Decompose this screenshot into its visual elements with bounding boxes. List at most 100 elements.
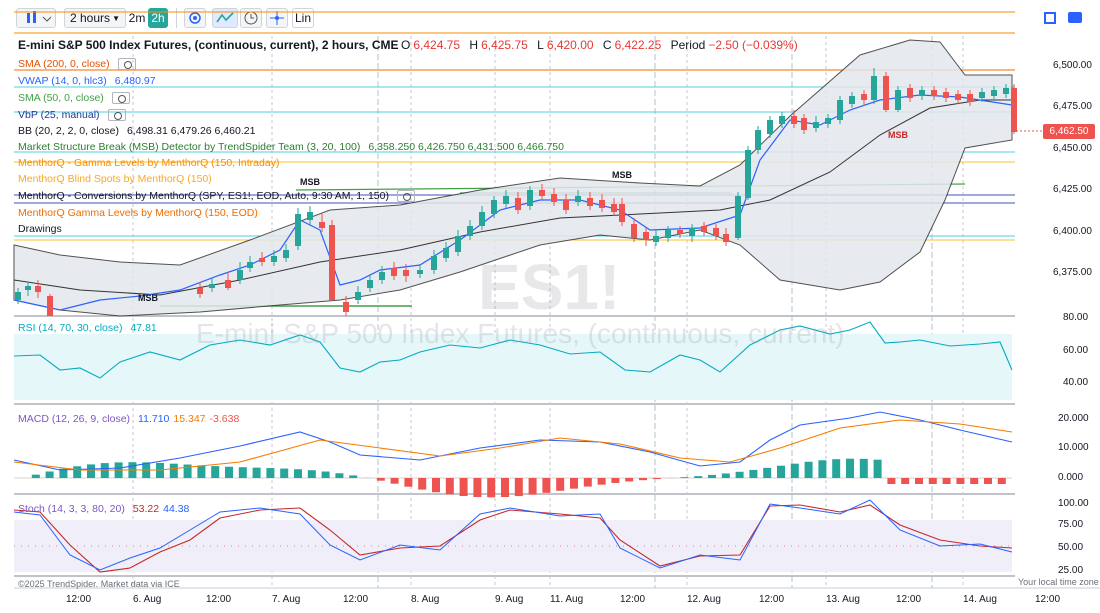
open-value: 6,424.75 [413, 38, 461, 52]
legend-macd[interactable]: MACD (12, 26, 9, close) 11.710 15.347 -3.63… [18, 413, 239, 425]
candle-body [677, 230, 683, 234]
eye-icon[interactable] [117, 58, 136, 70]
macd-histogram-bar [639, 478, 647, 481]
stoch-tick-label: 75.00 [1058, 519, 1084, 530]
macd-histogram-bar [804, 461, 813, 478]
candle-body [225, 280, 231, 288]
timezone-text[interactable]: Your local time zone [1018, 577, 1099, 587]
candle-body [417, 270, 423, 274]
credit-text: ©2025 TrendSpider. Market data via ICE [18, 579, 180, 589]
period-value: −2.50 (−0.039%) [708, 38, 798, 52]
ohlc-readout: O 6,424.75 H 6,425.75 L 6,420.00 C 6,422.25 … [395, 38, 798, 52]
macd-histogram-bar [970, 478, 979, 484]
macd-histogram-bar [211, 466, 220, 478]
candle-body [259, 258, 265, 262]
legend-vwap-label: VWAP (14, 0, hlc3) [18, 75, 107, 87]
legend-blind-spots[interactable]: MenthorQ Blind Spots by MenthorQ (150) [18, 173, 212, 185]
macd-histogram-bar [459, 478, 468, 497]
time-tick-label: 7. Aug [272, 594, 301, 605]
macd-histogram-bar [846, 458, 854, 478]
macd-histogram-bar [266, 468, 275, 478]
macd-histogram-bar [418, 478, 427, 490]
stoch-tick-label: 100.00 [1058, 498, 1089, 509]
candle-body [539, 190, 545, 196]
macd-histogram-bar [349, 475, 358, 478]
time-tick-label: 12:00 [206, 594, 232, 605]
legend-conversions[interactable]: MenthorQ - Conversions by MenthorQ (SPY,… [18, 190, 415, 202]
close-value: 6,422.25 [614, 38, 662, 52]
macd-histogram-bar [942, 478, 951, 484]
price-tick-label: 6,375.00 [1053, 267, 1092, 278]
macd-histogram-bar [749, 469, 758, 478]
macd-histogram-bar [928, 478, 937, 484]
candle-body [861, 94, 867, 100]
legend-sma50[interactable]: SMA (50, 0, close) [18, 92, 130, 104]
candle-body [653, 236, 659, 242]
macd-histogram-bar [432, 478, 440, 493]
candle-body [735, 196, 741, 238]
candle-body [307, 212, 313, 220]
macd-histogram-bar [321, 471, 330, 478]
watermark-name: E-mini S&P 500 Index Futures, (continuou… [196, 318, 845, 349]
candle-body [755, 130, 761, 150]
macd-histogram-bar [556, 478, 565, 491]
legend-msb[interactable]: Market Structure Break (MSB) Detector by… [18, 141, 564, 153]
legend-gamma-intraday[interactable]: MenthorQ - Gamma Levels by MenthorQ (150… [18, 157, 279, 169]
legend-macd-label: MACD (12, 26, 9, close) [18, 413, 131, 425]
eye-icon[interactable] [107, 109, 126, 121]
macd-histogram-bar [763, 467, 772, 478]
time-tick-label: 8. Aug [411, 594, 440, 605]
candle-body [943, 92, 949, 98]
legend-drawings[interactable]: Drawings [18, 223, 62, 235]
macd-histogram-bar [915, 478, 923, 484]
candle-body [991, 90, 997, 96]
macd-histogram-bar [45, 471, 54, 478]
legend-drawings-label: Drawings [18, 223, 62, 235]
legend-stoch-k: 53.22 [132, 503, 160, 515]
macd-histogram-bar [873, 459, 882, 478]
macd-histogram-bar [280, 468, 289, 478]
candle-body [209, 284, 215, 288]
macd-histogram-bar [404, 478, 413, 487]
candle-body [247, 262, 253, 268]
macd-histogram-bar [570, 478, 578, 489]
legend-macd-value: 11.710 [138, 413, 170, 425]
macd-histogram-bar [652, 478, 661, 480]
eye-icon[interactable] [111, 92, 130, 104]
candle-body [35, 286, 41, 292]
macd-tick-label: 10.000 [1058, 442, 1089, 453]
candle-body [237, 270, 243, 280]
macd-tick-label: 0.000 [1058, 472, 1084, 483]
candle-body [813, 122, 819, 128]
legend-stoch[interactable]: Stoch (14, 3, 3, 80, 20) 53.22 44.38 [18, 503, 189, 515]
macd-histogram-bar [583, 478, 592, 487]
macd-histogram-bar [818, 460, 827, 478]
legend-bb[interactable]: BB (20, 2, 2, 0, close) 6,498.31 6,479.26… [18, 125, 255, 137]
time-tick-label: 12:00 [66, 594, 92, 605]
msb-label: MSB [888, 130, 908, 140]
candle-body [467, 226, 473, 236]
candle-body [871, 76, 877, 100]
macd-histogram-bar [238, 467, 247, 478]
legend-vbp[interactable]: VbP (25, manual) [18, 109, 126, 121]
time-tick-label: 12. Aug [687, 594, 721, 605]
candle-body [745, 150, 751, 198]
candle-body [319, 222, 325, 228]
legend-gamma-eod[interactable]: MenthorQ Gamma Levels by MenthorQ (150, … [18, 207, 258, 219]
candle-body [665, 230, 671, 238]
macd-histogram-bar [487, 478, 496, 498]
candle-body [295, 214, 301, 246]
price-tick-label: 6,500.00 [1053, 60, 1092, 71]
legend-vwap[interactable]: VWAP (14, 0, hlc3) 6,480.97 [18, 75, 156, 87]
high-label: H [469, 38, 479, 52]
macd-histogram-bar [790, 463, 799, 478]
eye-icon[interactable] [396, 190, 415, 202]
candle-body [1011, 88, 1017, 132]
legend-rsi[interactable]: RSI (14, 70, 30, close) 47.81 [18, 322, 157, 334]
candle-body [527, 190, 533, 206]
macd-histogram-bar [31, 474, 40, 478]
legend-msb-label: Market Structure Break (MSB) Detector by… [18, 141, 361, 153]
legend-sma200[interactable]: SMA (200, 0, close) [18, 58, 136, 70]
macd-histogram-bar [335, 473, 344, 478]
legend-gamma-intraday-label: MenthorQ - Gamma Levels by MenthorQ (150… [18, 157, 280, 169]
